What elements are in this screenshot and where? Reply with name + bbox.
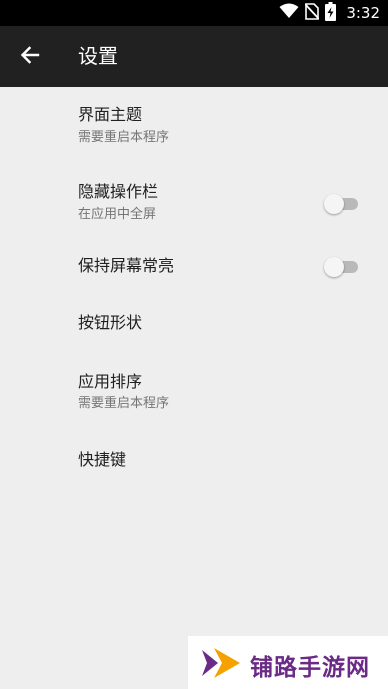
setting-subtitle: 需要重启本程序 [78, 396, 170, 411]
setting-theme[interactable]: 界面主题 需要重启本程序 [0, 87, 388, 164]
watermark-logo-icon [200, 644, 246, 682]
settings-list: 界面主题 需要重启本程序 隐藏操作栏 在应用中全屏 保持屏幕常亮 按钮形状 应用… [0, 87, 388, 495]
watermark-text: 铺路手游网 [250, 655, 370, 681]
status-icons: 3:32 [279, 0, 380, 26]
page-title: 设置 [78, 44, 118, 68]
setting-title: 按钮形状 [78, 313, 143, 332]
setting-title: 快捷键 [78, 450, 127, 469]
setting-subtitle: 需要重启本程序 [78, 130, 170, 145]
back-button[interactable] [14, 41, 46, 73]
wifi-icon [279, 3, 299, 23]
toggle-thumb [324, 194, 344, 214]
hide-action-bar-toggle[interactable] [324, 193, 360, 215]
setting-shortcuts[interactable]: 快捷键 [0, 437, 388, 495]
setting-title: 应用排序 [78, 372, 143, 391]
setting-title: 界面主题 [78, 105, 143, 124]
no-sim-icon [304, 2, 320, 24]
setting-title: 保持屏幕常亮 [78, 256, 175, 275]
arrow-left-icon [20, 45, 40, 69]
setting-button-shape[interactable]: 按钮形状 [0, 301, 388, 359]
keep-screen-on-toggle[interactable] [324, 256, 360, 278]
toggle-thumb [324, 257, 344, 277]
status-bar: 3:32 [0, 0, 388, 26]
setting-subtitle: 在应用中全屏 [78, 207, 157, 222]
setting-keep-screen-on[interactable]: 保持屏幕常亮 [0, 241, 388, 301]
watermark: 铺路手游网 [188, 636, 388, 689]
status-time: 3:32 [346, 4, 380, 22]
setting-title: 隐藏操作栏 [78, 182, 159, 201]
app-bar: 设置 [0, 26, 388, 87]
battery-charging-icon [325, 1, 337, 25]
setting-app-sort[interactable]: 应用排序 需要重启本程序 [0, 359, 388, 437]
setting-hide-action-bar[interactable]: 隐藏操作栏 在应用中全屏 [0, 164, 388, 241]
